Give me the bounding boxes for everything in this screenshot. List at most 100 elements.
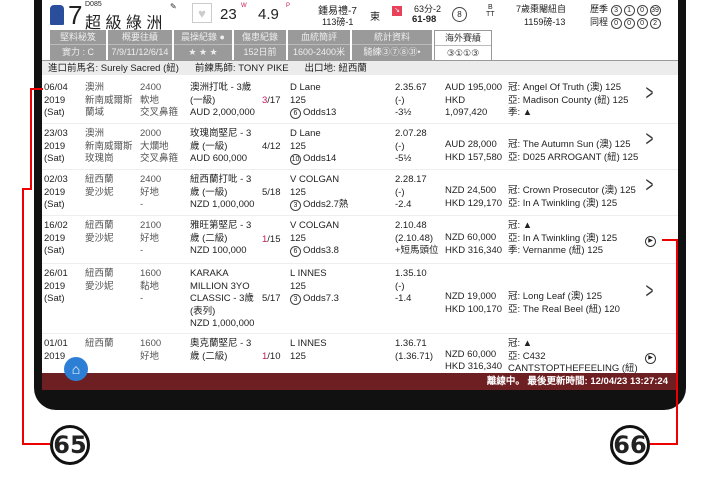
chevron-right-icon[interactable]: >: [646, 128, 654, 149]
line: 16/02: [44, 220, 68, 231]
line: KARAKA: [190, 268, 229, 279]
placegetters: 冠: ▲ 亞: C432 CANTSTOPTHEFEELING (紐): [508, 338, 638, 376]
race-name: KARAKA MILLION 3YO CLASSIC - 3歲 (表列) NZD 1,0…: [190, 268, 254, 331]
race-date: 26/01 2019 (Sat): [44, 268, 68, 306]
race-row[interactable]: 02/03 2019 (Sat) 紐西蘭 愛沙妮 2400 好地 - 紐西蘭打吡 - 3歲…: [42, 170, 678, 216]
line: (表列): [190, 305, 216, 317]
favorite-heart-icon[interactable]: ♥: [192, 3, 212, 23]
draw: 10: [290, 154, 301, 165]
line: 2019: [44, 94, 66, 106]
line: 好地: [140, 350, 160, 362]
line: 好地: [140, 186, 160, 198]
venue: 澳洲 新南威爾斯 蘭域: [85, 82, 133, 120]
line: 紐西蘭: [85, 338, 114, 349]
previous-trainer: 前練馬師: TONY PIKE: [194, 63, 289, 74]
line: (-): [395, 280, 405, 292]
callout-line: [30, 88, 32, 188]
race-name: 雅旺第堅尼 - 3歲 (二級) NZD 100,000: [190, 220, 251, 258]
line: (Sat): [44, 153, 65, 164]
tab-sub: 1600-2400米: [288, 44, 350, 58]
stat: 0: [636, 18, 648, 29]
play-video-icon[interactable]: ▶: [645, 236, 656, 247]
placegetters: 冠: Crown Prosecutor (澳) 125 亞: In A Twink…: [508, 185, 636, 210]
tab-sub: 7/9/11/12/6/14: [108, 44, 172, 58]
score-range: 61-98: [412, 14, 437, 25]
chevron-right-icon[interactable]: >: [646, 174, 654, 195]
odds: Odds2.7熱: [303, 199, 349, 210]
finish-time: 2.35.67 (-) -3½: [395, 82, 427, 120]
field-size: 4/12: [262, 141, 281, 152]
tab-6[interactable]: 統計資料 騎練③⑦⑧㉛•: [352, 30, 432, 60]
line: 冠: Angel Of Truth (澳) 125: [508, 82, 621, 93]
line: 亞: Madison County (紐) 125: [508, 94, 629, 106]
horse-code: D085: [85, 1, 102, 8]
jockey-cell: L INNES 125: [290, 338, 327, 363]
race-row[interactable]: 16/02 2019 (Sat) 紐西蘭 愛沙妮 2100 好地 - 雅旺第堅尼 - 3歲…: [42, 216, 678, 264]
info-bar: 進口前馬名: Surely Sacred (紐) 前練馬師: TONY PIKE 出…: [42, 60, 678, 75]
prize: NZD 19,000 HKD 100,170: [445, 291, 502, 316]
race-row[interactable]: 23/03 2019 (Sat) 澳洲 新南威爾斯 玫瑰崗 2000 大爛地 交叉鼻箍 玫瑰…: [42, 124, 678, 170]
tab-7[interactable]: 海外賽績 ③①①③: [434, 30, 492, 60]
age-desc: 7歲棗閹紐自: [516, 4, 567, 14]
line: 01/01: [44, 338, 68, 349]
line: 雅旺第堅尼 - 3: [190, 220, 252, 231]
season-label: 歷季: [590, 4, 609, 14]
stat: 2: [649, 18, 661, 29]
tab-sub: ③①①③: [435, 45, 491, 59]
track: 1600 黏地 -: [140, 268, 161, 306]
placing: 1/10: [262, 351, 281, 364]
line: +短馬頭位: [395, 245, 439, 256]
line: 26/01: [44, 268, 68, 279]
line: 歲 (一級): [190, 186, 228, 198]
race-name: 紐西蘭打吡 - 3歲 (一級) NZD 1,000,000: [190, 174, 254, 212]
line: 交叉鼻箍: [140, 107, 179, 118]
race-row[interactable]: 06/04 2019 (Sat) 澳洲 新南威爾斯 蘭域 2400 軟地 交叉鼻箍 澳洲打吡…: [42, 78, 678, 124]
line: 季: ▲: [508, 107, 533, 118]
line: (2.10.48): [395, 232, 434, 244]
track: 2000 大爛地 交叉鼻箍: [140, 128, 178, 166]
finish-time: 1.36.71 (1.36.71): [395, 338, 433, 363]
import-name: 進口前馬名: Surely Sacred (紐): [48, 63, 179, 74]
tab-2[interactable]: 概要往績 7/9/11/12/6/14: [108, 30, 172, 60]
stat: 0: [610, 18, 622, 29]
line: NZD 1,000,000: [190, 318, 255, 329]
rating-sup: W: [241, 3, 247, 9]
odds: 4.9: [258, 6, 279, 23]
body-weight: 1159磅-13: [524, 17, 566, 27]
season-stats: 歷季 3 1 0 39: [590, 2, 663, 16]
tab-4[interactable]: 傷患紀錄 152日前: [234, 30, 286, 60]
line: 澳洲: [85, 82, 105, 93]
tab-1[interactable]: 堅料秘笈 實力 : C: [50, 30, 106, 60]
home-icon: ⌂: [71, 361, 81, 377]
odds: Odds13: [303, 107, 337, 118]
jockey: L INNES: [290, 338, 327, 349]
tab-label: 傷患紀錄: [241, 32, 278, 42]
gear-top: B: [487, 4, 493, 11]
jockey: V COLGAN: [290, 220, 340, 231]
jockey: V COLGAN: [290, 174, 340, 185]
home-button[interactable]: ⌂: [64, 357, 88, 381]
chevron-right-icon[interactable]: >: [646, 82, 654, 103]
callout-line: [676, 239, 678, 445]
race-row[interactable]: 26/01 2019 (Sat) 紐西蘭 愛沙妮 1600 黏地 - KARAKA MILL…: [42, 264, 678, 334]
draw-badge: 8: [452, 7, 467, 22]
line: 2019: [44, 232, 66, 244]
trend-down-icon: ↘: [392, 6, 402, 16]
line: 紐西蘭: [85, 220, 114, 231]
line: 冠: Long Leaf (澳) 125: [508, 291, 602, 302]
line: 2000: [140, 128, 162, 139]
weight: 125: [290, 140, 306, 152]
race-name: 玫瑰崗堅尼 - 3歲 (一級) AUD 600,000: [190, 128, 251, 166]
line: CLASSIC - 3歲: [190, 293, 254, 304]
edit-icon[interactable]: ✎: [170, 2, 177, 11]
placegetters: 冠: Angel Of Truth (澳) 125 亞: Madison Coun…: [508, 82, 628, 120]
tab-5[interactable]: 血統簡評 1600-2400米: [288, 30, 350, 60]
prize: NZD 60,000 HKD 316,340: [445, 232, 502, 257]
line: 愛沙妮: [85, 186, 114, 198]
finish-time: 2.10.48 (2.10.48) +短馬頭位: [395, 220, 439, 258]
play-video-icon[interactable]: ▶: [645, 352, 656, 364]
chevron-right-icon[interactable]: >: [646, 280, 654, 301]
line: 澳洲: [85, 128, 105, 139]
line: 新南威爾斯: [85, 94, 133, 106]
tab-3[interactable]: 晨操紀錄 ● ★ ★ ★: [174, 30, 232, 60]
